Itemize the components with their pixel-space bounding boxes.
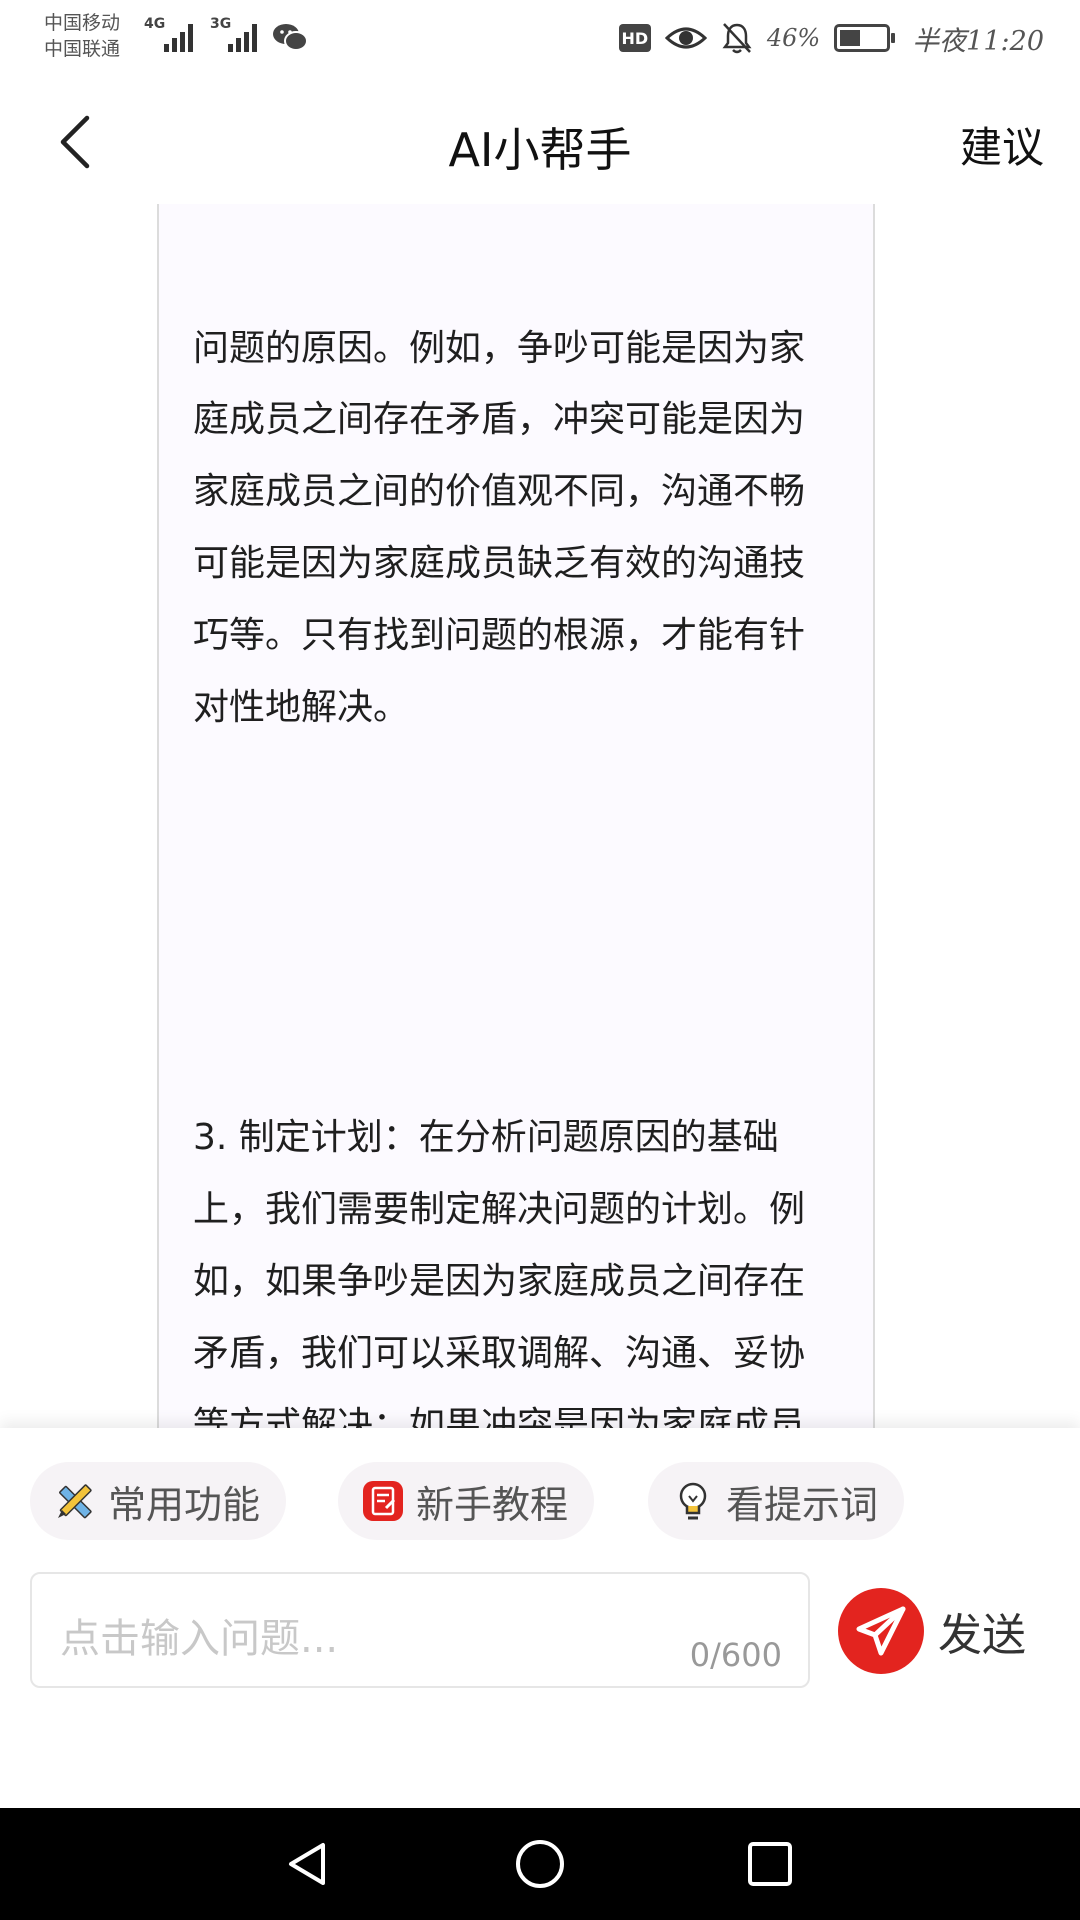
chip-label: 新手教程 [416, 1482, 569, 1527]
nav-back-button[interactable] [278, 1834, 338, 1894]
message-paragraph: 问题的原因。例如，争吵可能是因为家庭成员之间存在矛盾，冲突可能是因为家庭成员之间… [193, 327, 806, 728]
status-right: HD 46% 半夜11:20 [618, 16, 1044, 60]
suggest-button[interactable]: 建议 [960, 114, 1044, 175]
ai-message-text: 问题的原因。例如，争吵可能是因为家庭成员之间存在矛盾，冲突可能是因为家庭成员之间… [193, 204, 823, 1428]
common-functions-button[interactable]: 常用功能 [30, 1462, 287, 1540]
mute-bell-icon [722, 23, 752, 54]
prompt-tips-button[interactable]: 看提示词 [648, 1462, 905, 1540]
signal-icon [224, 20, 264, 52]
send-button[interactable]: 发送 [838, 1588, 1026, 1674]
back-triangle-icon [289, 1843, 325, 1885]
chip-label: 常用功能 [108, 1482, 261, 1527]
tutorial-button[interactable]: 新手教程 [338, 1462, 595, 1540]
eye-icon [664, 27, 707, 49]
composer-panel: 常用功能 新手教程 看提示词 点击输入问题... 0/600 发送 [0, 1428, 1080, 1808]
battery-percent: 46% [766, 24, 821, 52]
battery-icon [834, 24, 896, 52]
page-title: AI小帮手 [448, 123, 632, 177]
status-time: 半夜11:20 [912, 25, 1044, 57]
signal-icon [160, 20, 200, 52]
carrier-2: 中国联通 [44, 38, 121, 60]
char-counter: 0/600 [689, 1636, 782, 1674]
question-input[interactable]: 点击输入问题... 0/600 [30, 1572, 810, 1688]
message-paragraph: 3. 制定计划：在分析问题原因的基础上，我们需要制定解决问题的计划。例如，如果争… [193, 1117, 806, 1428]
home-circle-icon [516, 1840, 564, 1888]
carrier-1: 中国移动 [44, 12, 121, 34]
input-placeholder: 点击输入问题... [60, 1616, 339, 1662]
status-bar: 中国移动 中国联通 4G 3G HD 46% 半夜11:20 [0, 0, 1080, 80]
system-nav-bar [0, 1808, 1080, 1920]
pencil-ruler-icon [58, 1484, 92, 1519]
nav-recents-button[interactable] [740, 1834, 800, 1894]
paper-plane-icon [856, 1606, 906, 1656]
chip-label: 看提示词 [726, 1482, 879, 1527]
nav-home-button[interactable] [510, 1834, 570, 1894]
notebook-icon [363, 1481, 403, 1521]
chat-area[interactable]: 问题的原因。例如，争吵可能是因为家庭成员之间存在矛盾，冲突可能是因为家庭成员之间… [0, 204, 1080, 1428]
carrier-info: 中国移动 中国联通 [44, 10, 120, 62]
send-label: 发送 [938, 1610, 1026, 1661]
send-icon-circle [838, 1588, 924, 1674]
hd-badge: HD [618, 24, 651, 52]
wechat-icon [273, 24, 308, 51]
app-header: AI小帮手 建议 [0, 80, 1080, 204]
lightbulb-icon [679, 1482, 707, 1520]
battery-fill [840, 30, 861, 46]
recents-square-icon [748, 1842, 792, 1886]
